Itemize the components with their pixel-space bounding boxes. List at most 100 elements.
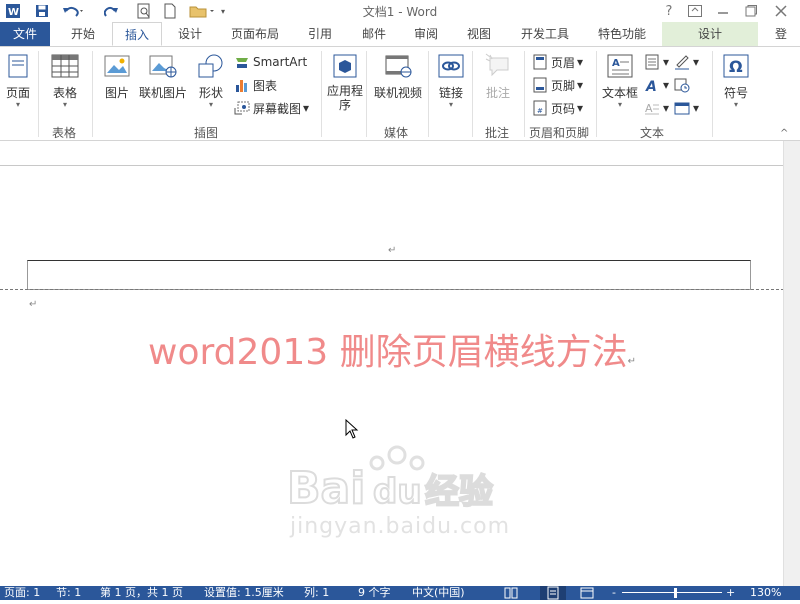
svg-text:A: A bbox=[645, 102, 653, 115]
footer-label: 页脚 bbox=[551, 78, 576, 93]
apps-label: 应用程序 bbox=[326, 84, 363, 112]
group-label-comments: 批注 bbox=[485, 126, 510, 140]
chevron-down-icon: ▾ bbox=[733, 100, 738, 109]
apps-button[interactable]: 应用程序 bbox=[326, 53, 364, 112]
tab-mailings[interactable]: 邮件 bbox=[350, 22, 398, 46]
sign-in-link[interactable]: 登 bbox=[766, 22, 796, 46]
chevron-down-icon: ▾ bbox=[693, 101, 700, 115]
tab-page-layout[interactable]: 页面布局 bbox=[222, 22, 288, 46]
collapse-ribbon-icon[interactable]: ^ bbox=[780, 123, 788, 143]
screenshot-button[interactable]: 屏幕截图 ▾ bbox=[234, 98, 309, 118]
read-mode-icon[interactable] bbox=[504, 587, 518, 601]
zoom-level[interactable]: 130% bbox=[750, 586, 781, 600]
link-icon bbox=[437, 53, 465, 82]
document-heading[interactable]: word2013 删除页眉横线方法↵ bbox=[0, 323, 784, 375]
svg-text:Ω: Ω bbox=[729, 57, 743, 76]
paragraph-mark: ↵ bbox=[388, 245, 397, 256]
symbol-button[interactable]: Ω 符号 ▾ bbox=[718, 53, 754, 109]
tab-developer[interactable]: 开发工具 bbox=[510, 22, 580, 46]
zoom-in-button[interactable]: + bbox=[726, 586, 735, 600]
tab-insert[interactable]: 插入 bbox=[112, 22, 162, 46]
svg-text:经验: 经验 bbox=[425, 472, 493, 511]
screenshot-icon bbox=[234, 100, 250, 116]
zoom-slider-thumb[interactable] bbox=[674, 588, 677, 598]
online-video-button[interactable]: 联机视频 bbox=[372, 53, 424, 101]
link-label: 链接 bbox=[438, 86, 463, 100]
restore-icon[interactable] bbox=[738, 1, 764, 21]
group-label-text: 文本 bbox=[640, 126, 665, 140]
date-time-button[interactable] bbox=[674, 75, 693, 95]
web-layout-icon[interactable] bbox=[580, 587, 594, 601]
table-label: 表格 bbox=[52, 86, 77, 100]
vertical-scrollbar[interactable] bbox=[783, 141, 800, 586]
page-number-button[interactable]: # 页码 ▾ bbox=[532, 98, 583, 118]
smartart-icon bbox=[234, 54, 250, 70]
header-label: 页眉 bbox=[551, 55, 576, 70]
tab-design[interactable]: 设计 bbox=[166, 22, 214, 46]
chart-label: 图表 bbox=[253, 78, 278, 93]
group-divider bbox=[596, 51, 597, 137]
status-bar: 页面: 1 节: 1 第 1 页，共 1 页 设置值: 1.5厘米 列: 1 9… bbox=[0, 586, 800, 600]
drop-cap-button[interactable]: A ▾ bbox=[644, 98, 669, 118]
tab-references[interactable]: 引用 bbox=[296, 22, 344, 46]
footer-button[interactable]: 页脚 ▾ bbox=[532, 75, 583, 95]
status-page-count[interactable]: 第 1 页，共 1 页 bbox=[100, 586, 183, 600]
shapes-label: 形状 bbox=[198, 86, 223, 100]
heading-text: word2013 删除页眉横线方法 bbox=[148, 332, 628, 373]
svg-text:Bai: Bai bbox=[287, 463, 365, 511]
status-page[interactable]: 页面: 1 bbox=[4, 586, 40, 600]
help-button[interactable]: ? bbox=[656, 1, 682, 21]
tab-special-features[interactable]: 特色功能 bbox=[588, 22, 656, 46]
table-button[interactable]: 表格 ▾ bbox=[48, 53, 82, 109]
comment-button[interactable]: 批注 bbox=[478, 53, 518, 101]
textbox-label: 文本框 bbox=[601, 86, 638, 100]
object-button[interactable]: ▾ bbox=[674, 98, 699, 118]
chevron-down-icon: ▾ bbox=[663, 78, 670, 92]
status-section[interactable]: 节: 1 bbox=[56, 586, 81, 600]
header-button[interactable]: 页眉 ▾ bbox=[532, 52, 583, 72]
tab-view[interactable]: 视图 bbox=[456, 22, 502, 46]
close-icon[interactable] bbox=[768, 1, 794, 21]
page-button[interactable]: 页面 ▾ bbox=[2, 53, 34, 109]
chevron-down-icon: ▾ bbox=[303, 101, 310, 115]
status-word-count[interactable]: 9 个字 bbox=[358, 586, 391, 600]
chevron-down-icon: ▾ bbox=[617, 100, 622, 109]
document-area[interactable]: ↵ ↵ word2013 删除页眉横线方法↵ Bai du 经验 jingyan… bbox=[0, 141, 800, 586]
picture-button[interactable]: 图片 bbox=[100, 53, 134, 101]
group-divider bbox=[712, 51, 713, 137]
status-position[interactable]: 设置值: 1.5厘米 bbox=[204, 586, 284, 600]
header-content-control[interactable] bbox=[27, 260, 751, 290]
shapes-icon bbox=[196, 53, 226, 82]
page-label: 页面 bbox=[5, 86, 30, 100]
ribbon-tab-bar: 文件 开始 插入 设计 页面布局 引用 邮件 审阅 视图 开发工具 特色功能 设… bbox=[0, 22, 800, 47]
status-language[interactable]: 中文(中国) bbox=[412, 586, 465, 600]
zoom-out-button[interactable]: - bbox=[612, 586, 616, 600]
chevron-down-icon: ▾ bbox=[663, 101, 670, 115]
group-divider bbox=[366, 51, 367, 137]
wordart-button[interactable]: A ▾ bbox=[644, 75, 669, 95]
print-layout-icon[interactable] bbox=[540, 586, 566, 600]
online-picture-button[interactable]: 联机图片 bbox=[138, 53, 188, 101]
tab-review[interactable]: 审阅 bbox=[402, 22, 450, 46]
screenshot-label: 屏幕截图 bbox=[253, 101, 302, 116]
quick-parts-button[interactable]: ▾ bbox=[644, 52, 669, 72]
svg-text:#: # bbox=[537, 107, 543, 115]
ribbon-display-icon[interactable] bbox=[682, 1, 708, 21]
minimize-icon[interactable] bbox=[710, 1, 736, 21]
smartart-button[interactable]: SmartArt bbox=[234, 52, 307, 72]
link-button[interactable]: 链接 ▾ bbox=[434, 53, 468, 109]
textbox-button[interactable]: A 文本框 ▾ bbox=[600, 53, 640, 109]
shapes-button[interactable]: 形状 ▾ bbox=[194, 53, 228, 109]
zoom-slider-track[interactable] bbox=[622, 592, 722, 593]
new-comment-icon bbox=[484, 53, 512, 82]
tab-home[interactable]: 开始 bbox=[58, 22, 108, 46]
status-column[interactable]: 列: 1 bbox=[304, 586, 329, 600]
chart-button[interactable]: 图表 bbox=[234, 75, 277, 95]
chevron-down-icon: ▾ bbox=[577, 101, 584, 115]
group-label-header-footer: 页眉和页脚 bbox=[529, 126, 590, 140]
tab-file[interactable]: 文件 bbox=[0, 22, 50, 46]
signature-line-button[interactable]: ▾ bbox=[674, 52, 699, 72]
chevron-down-icon: ▾ bbox=[693, 55, 700, 69]
tab-header-footer-design[interactable]: 设计 bbox=[662, 22, 758, 46]
online-video-label: 联机视频 bbox=[373, 86, 422, 100]
